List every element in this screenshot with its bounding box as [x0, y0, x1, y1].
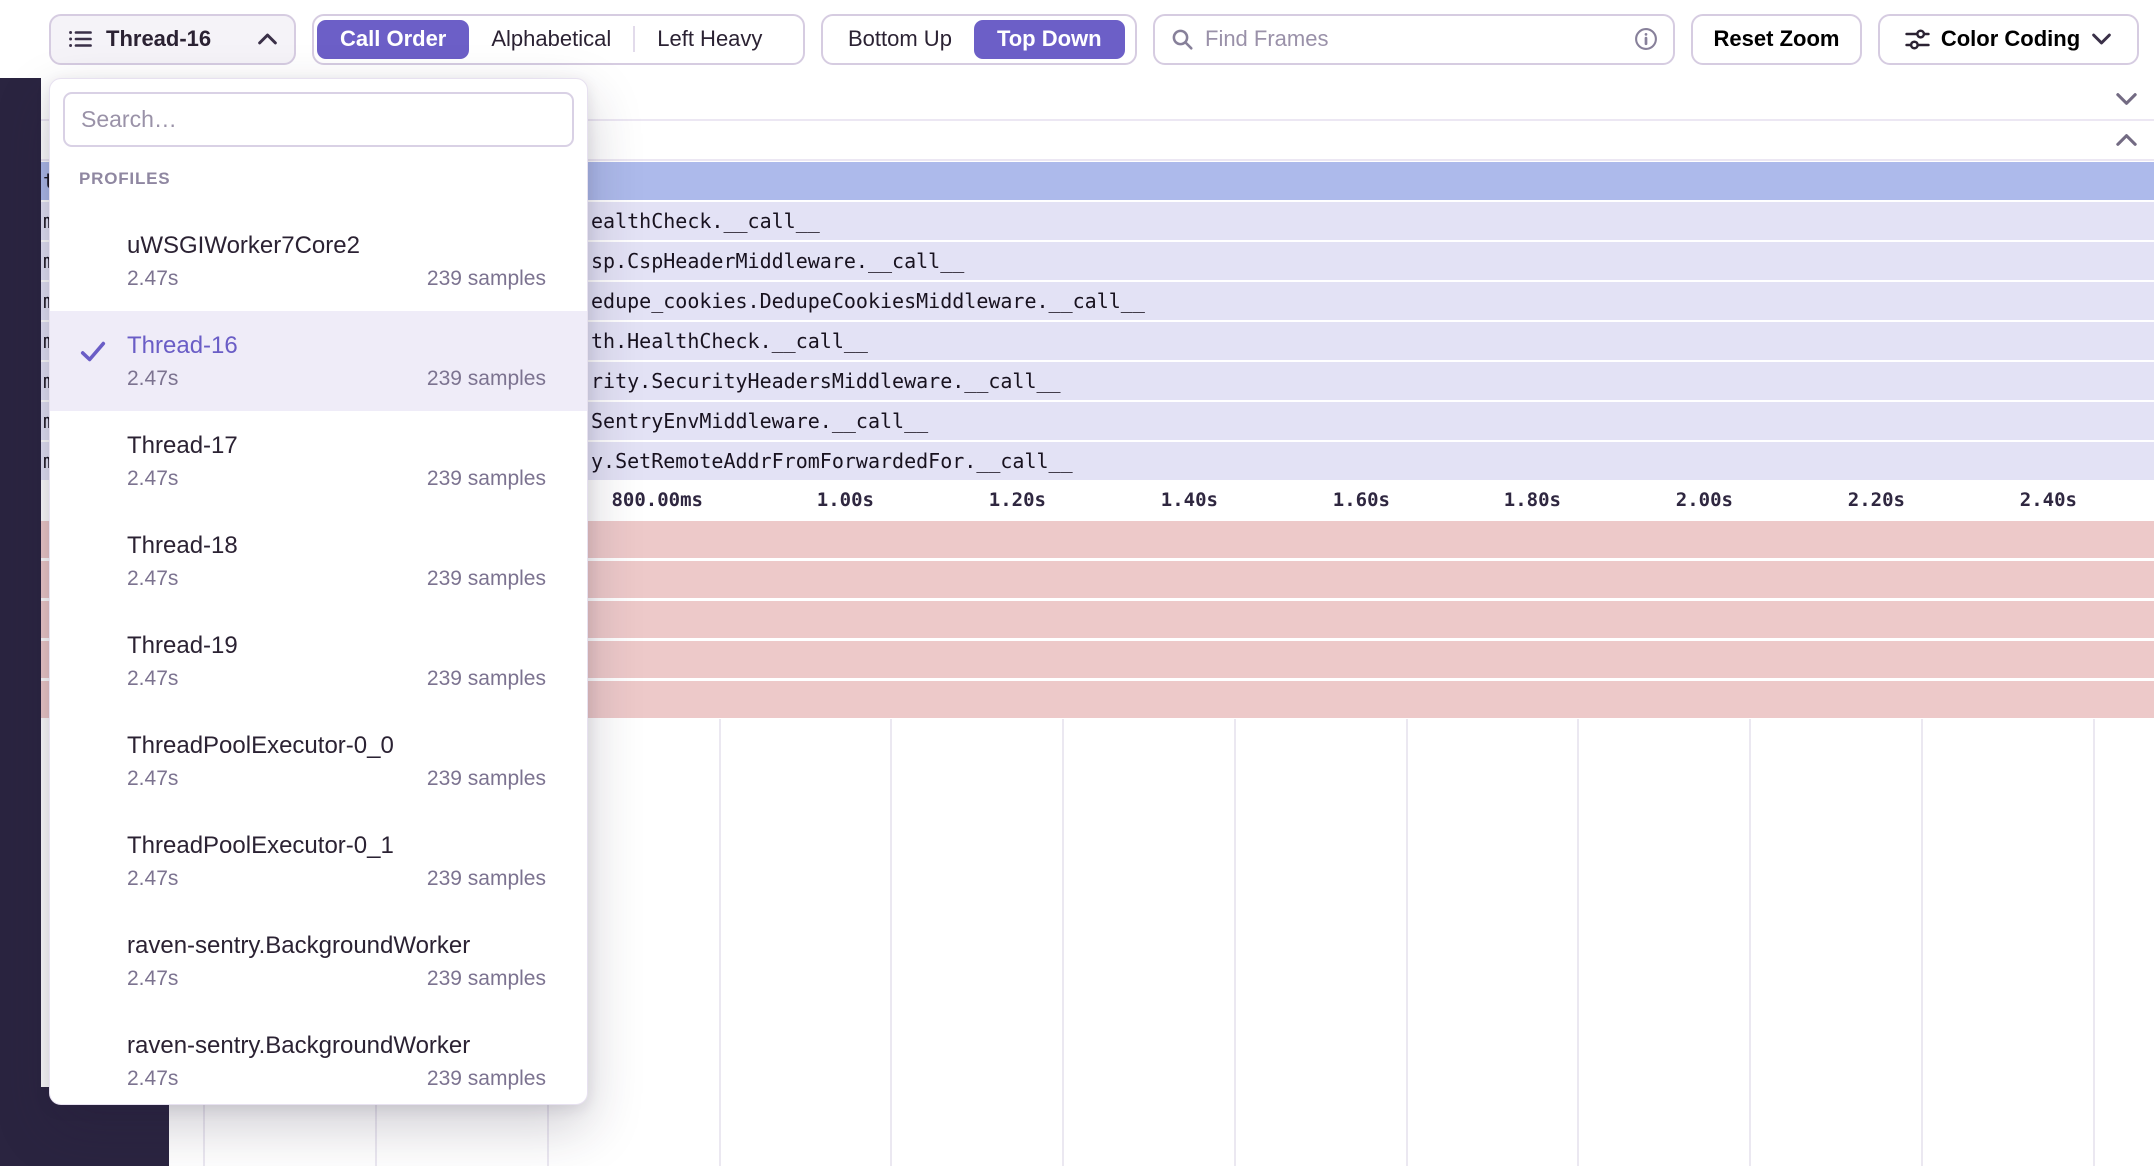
gridline [1062, 719, 1064, 1166]
time-axis-tick: 1.80s [1504, 481, 1561, 519]
time-axis-tick: 800.00ms [611, 481, 703, 519]
profile-duration: 2.47s [127, 267, 178, 291]
frame-label: ealthCheck.__call__ [591, 209, 820, 233]
info-icon[interactable] [1634, 27, 1658, 51]
list-icon [67, 26, 93, 52]
profile-duration: 2.47s [127, 967, 178, 991]
check-icon [78, 337, 108, 367]
time-axis-tick: 1.40s [1161, 481, 1218, 519]
profile-samples: 239 samples [427, 867, 546, 891]
chevron-down-icon [2115, 91, 2138, 106]
profile-samples: 239 samples [427, 367, 546, 391]
direction-segmented-control: Bottom Up Top Down [821, 14, 1137, 65]
chevron-up-icon [2115, 133, 2138, 148]
gridline [719, 719, 721, 1166]
direction-option-top-down[interactable]: Top Down [974, 20, 1125, 59]
profile-name: Thread-16 [127, 332, 546, 360]
gridline [1234, 719, 1236, 1166]
chevron-down-icon [2091, 32, 2112, 46]
profile-list-item[interactable]: uWSGIWorker7Core2 2.47s 239 samples [50, 211, 587, 311]
time-axis-tick: 1.20s [989, 481, 1046, 519]
profile-name: ThreadPoolExecutor-0_1 [127, 832, 546, 860]
profile-duration: 2.47s [127, 567, 178, 591]
profile-list-item[interactable]: ThreadPoolExecutor-0_1 2.47s 239 samples [50, 811, 587, 911]
time-axis-tick: 1.00s [817, 481, 874, 519]
profile-name: raven-sentry.BackgroundWorker [127, 932, 546, 960]
gridline [1406, 719, 1408, 1166]
profile-name: Thread-17 [127, 432, 546, 460]
profile-samples: 239 samples [427, 967, 546, 991]
gridline [1749, 719, 1751, 1166]
gridline [1921, 719, 1923, 1166]
profile-name: raven-sentry.BackgroundWorker [127, 1032, 546, 1060]
search-icon [1170, 27, 1194, 51]
time-axis-tick: 2.20s [1848, 481, 1905, 519]
frame-label: th.HealthCheck.__call__ [591, 329, 868, 353]
sliders-icon [1905, 27, 1930, 52]
time-axis-tick: 2.40s [2020, 481, 2077, 519]
profile-samples: 239 samples [427, 1067, 546, 1091]
profiles-list: uWSGIWorker7Core2 2.47s 239 samples Thre… [50, 211, 587, 1105]
sort-option-left-heavy[interactable]: Left Heavy [635, 20, 784, 59]
profile-list-item[interactable]: ThreadPoolExecutor-0_0 2.47s 239 samples [50, 711, 587, 811]
profiles-section-label: PROFILES [79, 169, 587, 189]
profile-list-item[interactable]: Thread-19 2.47s 239 samples [50, 611, 587, 711]
color-coding-button[interactable]: Color Coding [1878, 14, 2139, 65]
sort-option-call-order[interactable]: Call Order [317, 20, 469, 59]
frame-label: sp.CspHeaderMiddleware.__call__ [591, 249, 964, 273]
profile-name: ThreadPoolExecutor-0_0 [127, 732, 546, 760]
thread-dropdown-panel: PROFILES uWSGIWorker7Core2 2.47s 239 sam… [49, 78, 588, 1105]
gridline [890, 719, 892, 1166]
chevron-up-icon [257, 32, 278, 46]
profile-list-item[interactable]: Thread-17 2.47s 239 samples [50, 411, 587, 511]
gridline [2093, 719, 2095, 1166]
profile-duration: 2.47s [127, 467, 178, 491]
profile-samples: 239 samples [427, 667, 546, 691]
profile-duration: 2.47s [127, 667, 178, 691]
direction-option-bottom-up[interactable]: Bottom Up [826, 20, 974, 59]
time-axis-tick: 2.00s [1676, 481, 1733, 519]
thread-selector-label: Thread-16 [106, 26, 211, 52]
profile-samples: 239 samples [427, 567, 546, 591]
profile-name: uWSGIWorker7Core2 [127, 232, 546, 260]
color-coding-label: Color Coding [1941, 26, 2080, 52]
profile-duration: 2.47s [127, 1067, 178, 1091]
profile-samples: 239 samples [427, 267, 546, 291]
find-frames-search [1153, 14, 1675, 65]
gridline [1577, 719, 1579, 1166]
dropdown-search-box [63, 92, 574, 147]
profile-samples: 239 samples [427, 467, 546, 491]
expand-panel-button[interactable] [2115, 133, 2138, 148]
time-axis-tick: 1.60s [1333, 481, 1390, 519]
profile-name: Thread-18 [127, 532, 546, 560]
frame-label: SentryEnvMiddleware.__call__ [591, 409, 928, 433]
frame-label: rity.SecurityHeadersMiddleware.__call__ [591, 369, 1061, 393]
thread-selector-button[interactable]: Thread-16 [49, 14, 296, 65]
profile-name: Thread-19 [127, 632, 546, 660]
dropdown-search-input[interactable] [81, 106, 556, 133]
profile-list-item[interactable]: raven-sentry.BackgroundWorker 2.47s 239 … [50, 911, 587, 1011]
sort-option-alphabetical[interactable]: Alphabetical [469, 20, 633, 59]
profile-list-item[interactable]: Thread-18 2.47s 239 samples [50, 511, 587, 611]
left-sidebar-strip [0, 78, 41, 1166]
profile-duration: 2.47s [127, 767, 178, 791]
find-frames-input[interactable] [1205, 26, 1623, 52]
profile-duration: 2.47s [127, 867, 178, 891]
collapse-panel-button[interactable] [2115, 91, 2138, 106]
frame-label: edupe_cookies.DedupeCookiesMiddleware.__… [591, 289, 1145, 313]
profile-list-item[interactable]: Thread-16 2.47s 239 samples [50, 311, 587, 411]
toolbar: Thread-16 Call Order Alphabetical Left H… [0, 0, 2154, 78]
frame-label: y.SetRemoteAddrFromForwardedFor.__call__ [591, 449, 1073, 473]
profile-duration: 2.47s [127, 367, 178, 391]
reset-zoom-button[interactable]: Reset Zoom [1691, 14, 1862, 65]
profile-samples: 239 samples [427, 767, 546, 791]
sort-segmented-control: Call Order Alphabetical Left Heavy [312, 14, 805, 65]
profile-list-item[interactable]: raven-sentry.BackgroundWorker 2.47s 239 … [50, 1011, 587, 1105]
